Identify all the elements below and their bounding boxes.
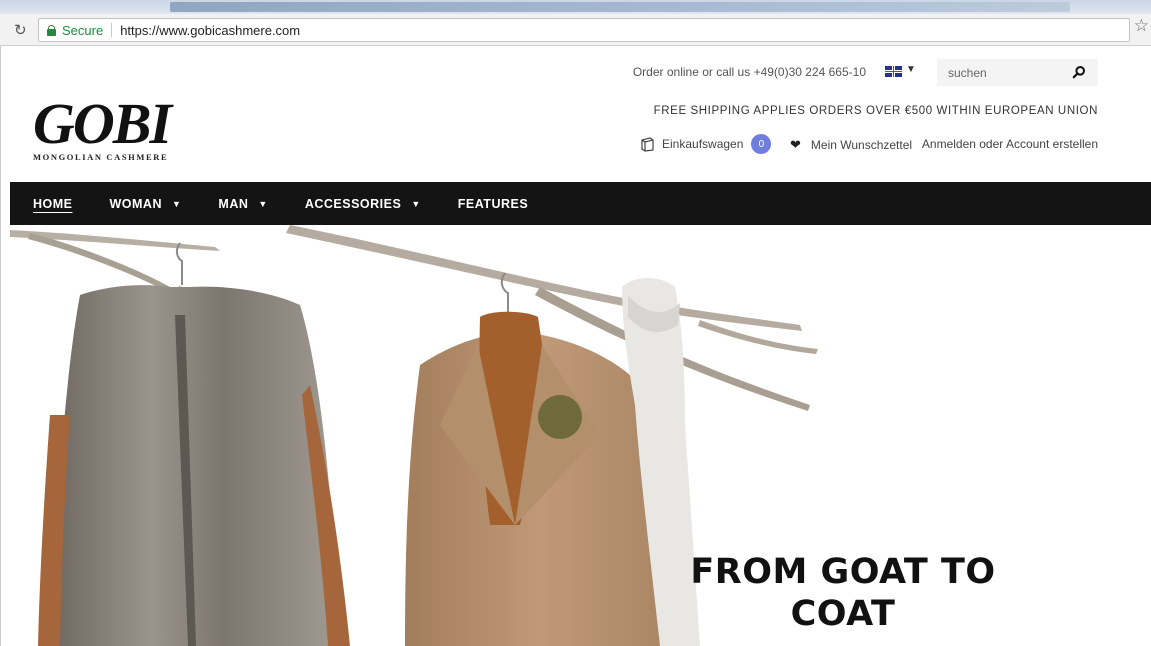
- caret-down-icon: ▼: [411, 198, 421, 209]
- logo-subtitle: MONGOLIAN CASHMERE: [33, 152, 169, 162]
- fur-vest: [50, 285, 340, 646]
- browser-tab-strip: [0, 0, 1151, 14]
- nav-item-man[interactable]: MAN ▼: [218, 197, 267, 211]
- nav-item-features[interactable]: FEATURES: [458, 197, 528, 211]
- shipping-notice: FREE SHIPPING APPLIES ORDERS OVER €500 W…: [653, 105, 1098, 117]
- contact-text: Order online or call us +49(0)30 224 665…: [632, 65, 866, 79]
- login-link[interactable]: Anmelden oder Account erstellen: [922, 137, 1098, 151]
- hero-heading-line1: FROM GOAT TO: [690, 552, 996, 592]
- star-icon[interactable]: ☆: [1134, 16, 1149, 36]
- chevron-down-icon[interactable]: ▼: [906, 64, 916, 75]
- wishlist-label: Mein Wunschzettel: [810, 138, 913, 152]
- hero-heading: FROM GOAT TO COAT: [638, 551, 1048, 635]
- nav-features-label: FEATURES: [457, 196, 529, 211]
- search-box: [937, 59, 1098, 86]
- caret-down-icon: ▼: [258, 198, 268, 209]
- bag-icon: [641, 137, 654, 152]
- secure-label: Secure: [62, 22, 104, 38]
- caret-down-icon: ▼: [172, 198, 182, 209]
- lock-icon: [47, 24, 56, 36]
- hero-heading-line2: COAT: [790, 594, 896, 634]
- nav-man-label: MAN: [218, 196, 249, 211]
- heart-icon: ❤: [790, 137, 801, 152]
- cart-link[interactable]: Einkaufswagen 0: [641, 134, 772, 154]
- nav-accessories-label: ACCESSORIES: [304, 196, 402, 211]
- nav-woman-label: WOMAN: [109, 196, 162, 211]
- nav-item-accessories[interactable]: ACCESSORIES ▼: [305, 197, 421, 211]
- wishlist-link[interactable]: ❤ Mein Wunschzettel: [790, 137, 912, 153]
- url-text[interactable]: https://www.gobicashmere.com: [120, 23, 300, 38]
- search-icon[interactable]: [1072, 65, 1086, 79]
- nav-item-home[interactable]: HOME: [33, 197, 73, 211]
- hanger-hook: [175, 242, 183, 285]
- logo-word: GOBI: [33, 91, 172, 156]
- site-logo[interactable]: GOBI MONGOLIAN CASHMERE: [33, 91, 172, 163]
- url-separator: [111, 23, 113, 37]
- branch: [286, 225, 802, 331]
- brooch: [538, 395, 582, 439]
- main-nav: HOME WOMAN ▼ MAN ▼ ACCESSORIES ▼ FEATURES: [10, 182, 1151, 225]
- reload-icon[interactable]: ↻: [14, 21, 27, 39]
- page-left-border: [0, 46, 1, 646]
- browser-tab[interactable]: [170, 2, 1070, 12]
- flag-icon[interactable]: [885, 66, 902, 77]
- search-input[interactable]: [948, 65, 1068, 80]
- cart-label: Einkaufswagen: [662, 137, 744, 151]
- nav-home-label: HOME: [33, 196, 73, 211]
- browser-address-bar: ↻ Secure https://www.gobicashmere.com ☆: [0, 14, 1151, 46]
- nav-item-woman[interactable]: WOMAN ▼: [110, 197, 182, 211]
- hero-banner[interactable]: FROM GOAT TO COAT: [10, 225, 1151, 646]
- cart-count-badge: 0: [751, 134, 772, 154]
- url-box[interactable]: Secure https://www.gobicashmere.com: [38, 18, 1130, 42]
